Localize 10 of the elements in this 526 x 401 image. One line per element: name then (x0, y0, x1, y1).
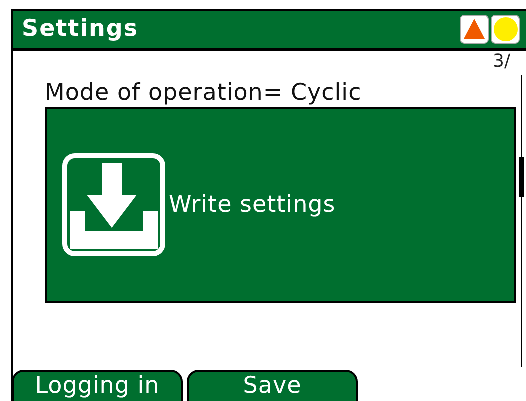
download-icon (62, 153, 166, 257)
status-dot-icon (491, 15, 520, 44)
warning-icon (460, 15, 489, 44)
mode-text: Mode of operation= Cyclic (45, 80, 363, 106)
write-settings-button[interactable]: Write settings (45, 107, 516, 303)
scrollbar-thumb[interactable] (519, 157, 524, 197)
window-title: Settings (22, 18, 139, 41)
page-indicator: 3/ (493, 53, 511, 71)
softkey-button[interactable]: Save (187, 370, 358, 401)
softkey-button[interactable]: Logging in (12, 370, 183, 401)
